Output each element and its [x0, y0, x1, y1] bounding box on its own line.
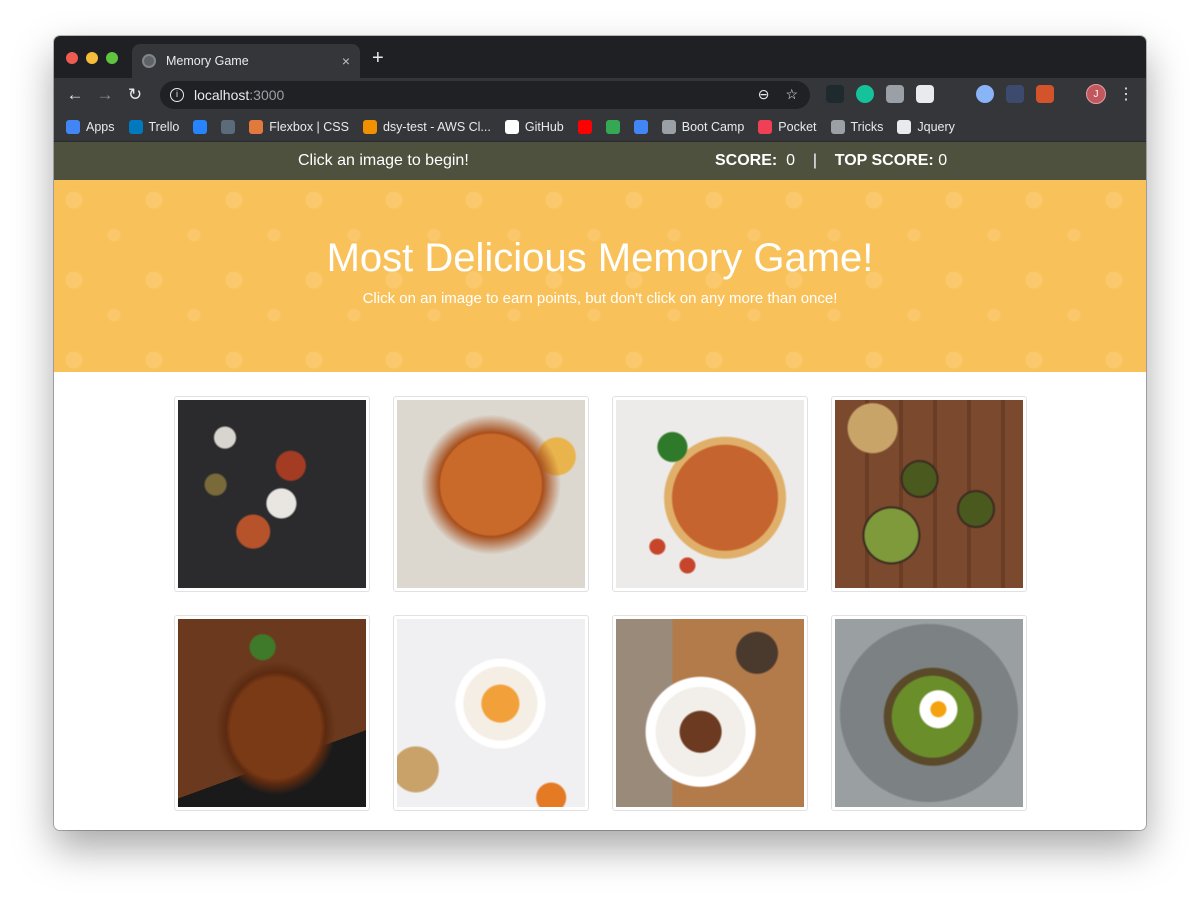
info-icon[interactable]: i — [170, 88, 184, 102]
globe-icon — [142, 54, 156, 68]
minimize-window-button[interactable] — [86, 52, 98, 64]
top-score-label: TOP SCORE: — [834, 152, 934, 169]
bookmark-item[interactable]: Boot Camp — [661, 119, 745, 134]
food-card[interactable] — [831, 615, 1027, 811]
bookmark-label: Tricks — [850, 119, 884, 134]
bookmark-item[interactable] — [633, 119, 648, 134]
bookmark-item[interactable]: Apps — [66, 119, 115, 134]
fruit-yogurt-bowl-image[interactable] — [397, 619, 585, 807]
score-display: SCORE: 0 | TOP SCORE: 0 — [715, 152, 947, 170]
score-navbar: Click an image to begin! SCORE: 0 | TOP … — [54, 142, 1146, 180]
bookmark-label: GitHub — [524, 119, 564, 134]
tab-close-icon[interactable]: × — [342, 53, 350, 69]
bookmarks-bar: Apps Trello Flexbox | CSS dsy-test - AWS Cl… — [54, 112, 1146, 142]
extension-circle-icon[interactable] — [976, 85, 994, 103]
avocado-toast-egg-image[interactable] — [835, 619, 1023, 807]
bookmark-label: Apps — [86, 119, 115, 134]
extension-icon[interactable] — [826, 85, 844, 103]
bookmark-icon — [897, 119, 912, 134]
new-tab-button[interactable]: + — [372, 48, 384, 68]
score-separator: | — [812, 152, 817, 169]
bookmark-label: Pocket — [778, 119, 817, 134]
food-card[interactable] — [174, 396, 370, 592]
bookmark-icon — [577, 119, 592, 134]
image-grid — [174, 396, 1027, 811]
bookmark-item[interactable]: Pocket — [758, 119, 817, 134]
hero-banner: Most Delicious Memory Game! Click on an … — [54, 180, 1146, 372]
bookmark-item[interactable] — [605, 119, 620, 134]
bookmark-item[interactable]: dsy-test - AWS Cl... — [362, 119, 491, 134]
bookmark-item[interactable] — [193, 119, 208, 134]
tab-title: Memory Game — [166, 54, 249, 68]
reload-icon[interactable]: ↻ — [120, 85, 150, 105]
extension-check-icon[interactable] — [1006, 85, 1024, 103]
matcha-tea-image[interactable] — [835, 400, 1023, 588]
bookmark-icon — [249, 119, 264, 134]
pizza-image[interactable] — [616, 400, 804, 588]
extensions — [826, 85, 1054, 103]
zoom-icon[interactable]: ⊖ — [758, 86, 770, 103]
bookmark-label: Flexbox | CSS — [269, 119, 349, 134]
browser-toolbar: ← → ↻ i localhost :3000 ⊖ ☆ J ⋮ — [54, 78, 1146, 112]
page-subtitle: Click on an image to earn points, but do… — [362, 290, 838, 307]
url-port: :3000 — [249, 87, 285, 103]
granola-yogurt-image[interactable] — [616, 619, 804, 807]
bookmark-item[interactable] — [577, 119, 592, 134]
page-title: Most Delicious Memory Game! — [326, 236, 874, 280]
food-card[interactable] — [393, 615, 589, 811]
bookmark-icon — [128, 119, 143, 134]
close-window-button[interactable] — [66, 52, 78, 64]
bookmark-label: dsy-test - AWS Cl... — [382, 119, 491, 134]
food-card[interactable] — [612, 396, 808, 592]
score-value: 0 — [786, 152, 796, 169]
food-card[interactable] — [831, 396, 1027, 592]
address-bar[interactable]: i localhost :3000 ⊖ ☆ — [160, 81, 810, 109]
bookmark-label: Trello — [148, 119, 180, 134]
spices-image[interactable] — [178, 400, 366, 588]
bookmark-icon — [193, 119, 208, 134]
bookmark-label: Jquery — [917, 119, 955, 134]
sweet-potato-fries-image[interactable] — [397, 400, 585, 588]
bookmark-label: Boot Camp — [681, 119, 745, 134]
bookmark-icon — [605, 119, 620, 134]
bookmark-item[interactable]: GitHub — [504, 119, 564, 134]
camera-icon[interactable] — [886, 85, 904, 103]
back-icon[interactable]: ← — [60, 85, 90, 105]
extension-l-icon[interactable] — [946, 85, 964, 103]
profile-avatar[interactable]: J — [1086, 84, 1106, 104]
bookmark-item[interactable]: Flexbox | CSS — [249, 119, 349, 134]
browser-window: Memory Game × + ← → ↻ i localhost :3000 … — [54, 36, 1146, 830]
url-host: localhost — [194, 87, 250, 103]
app-page: Click an image to begin! SCORE: 0 | TOP … — [54, 142, 1146, 830]
grilled-fish-image[interactable] — [178, 619, 366, 807]
extension-fox-icon[interactable] — [1036, 85, 1054, 103]
bookmark-icon — [362, 119, 377, 134]
score-label: SCORE: — [715, 152, 778, 169]
bookmark-item[interactable]: Trello — [128, 119, 180, 134]
game-status-message: Click an image to begin! — [298, 152, 469, 169]
browser-tab[interactable]: Memory Game × — [132, 44, 360, 78]
food-card[interactable] — [612, 615, 808, 811]
bookmark-icon — [221, 119, 236, 134]
bookmark-icon — [633, 119, 648, 134]
food-card[interactable] — [393, 396, 589, 592]
maximize-window-button[interactable] — [106, 52, 118, 64]
bookmark-icon — [504, 119, 519, 134]
forward-icon[interactable]: → — [90, 85, 120, 105]
bookmark-item[interactable] — [221, 119, 236, 134]
bookmark-icon — [830, 119, 845, 134]
food-card[interactable] — [174, 615, 370, 811]
bookmark-icon — [758, 119, 773, 134]
menu-icon[interactable]: ⋮ — [1118, 84, 1134, 104]
top-score-value: 0 — [938, 152, 948, 169]
bookmark-item[interactable]: Tricks — [830, 119, 884, 134]
window-controls — [66, 52, 118, 64]
tab-strip: Memory Game × + — [54, 36, 1146, 78]
extension-badge-icon[interactable] — [916, 85, 934, 103]
bookmark-star-icon[interactable]: ☆ — [785, 86, 798, 103]
bookmark-icon — [661, 119, 676, 134]
grammarly-icon[interactable] — [856, 85, 874, 103]
bookmark-item[interactable]: Jquery — [897, 119, 955, 134]
bookmark-icon — [66, 119, 80, 134]
